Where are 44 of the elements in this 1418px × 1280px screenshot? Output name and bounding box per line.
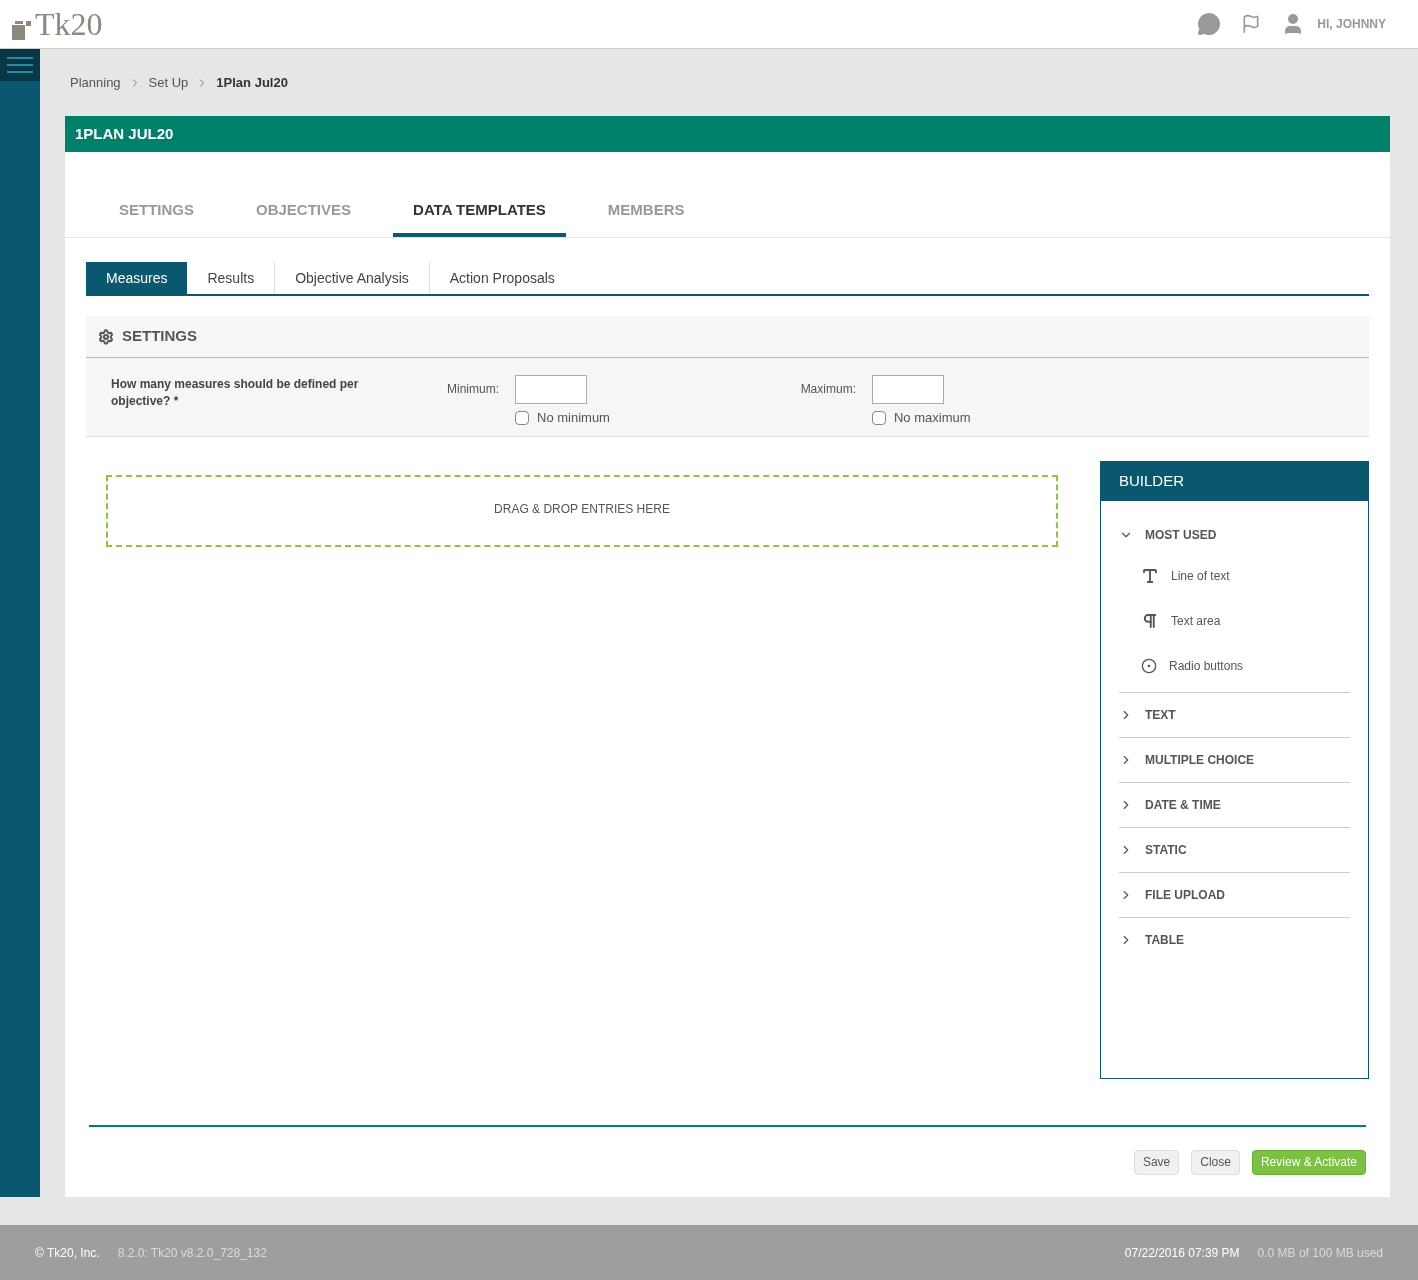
field-label: Maximum:: [799, 381, 856, 398]
sub-tab[interactable]: Action Proposals: [428, 262, 575, 294]
question-text: How many measures should be defined per objective? *: [111, 376, 360, 410]
action-button[interactable]: Save: [1133, 1149, 1180, 1175]
builder-category[interactable]: TEXT: [1119, 693, 1350, 737]
builder-category[interactable]: MULTIPLE CHOICE: [1119, 738, 1350, 782]
builder-item[interactable]: Radio buttons: [1119, 643, 1350, 688]
breadcrumb-link[interactable]: 1Plan Jul20: [216, 72, 288, 93]
pilcrow-icon: [1141, 611, 1159, 630]
action-button[interactable]: Close: [1191, 1149, 1240, 1175]
text-type-icon: [1141, 566, 1159, 585]
copyright-text: © Tk20, Inc.: [35, 1244, 100, 1262]
checkbox[interactable]: [871, 410, 886, 425]
version-text: 8.2.0: Tk20 v8.2.0_728_132: [117, 1244, 267, 1262]
checkbox[interactable]: [515, 410, 529, 425]
builder-category[interactable]: DATE & TIME: [1119, 783, 1350, 827]
minimum-field[interactable]: [515, 375, 587, 404]
builder-item[interactable]: Text area: [1119, 598, 1350, 643]
field-label: Minimum:: [446, 381, 499, 398]
maximum-field[interactable]: [871, 375, 944, 404]
sub-tab[interactable]: Objective Analysis: [274, 262, 429, 294]
radio-icon: [1141, 657, 1157, 674]
logo[interactable]: Tk20: [35, 8, 103, 40]
logo-icon: [12, 18, 32, 40]
drop-zone[interactable]: DRAG & DROP ENTRIES HERE: [106, 475, 1058, 547]
builder-category[interactable]: STATIC: [1119, 828, 1350, 872]
card-title: 1PLAN JUL20: [65, 116, 1390, 152]
sub-tab[interactable]: Measures: [86, 262, 188, 294]
tab[interactable]: DATA TEMPLATES: [393, 187, 566, 237]
flag-icon[interactable]: [1241, 14, 1262, 34]
timestamp-text: 07/22/2016 07:39 PM: [1124, 1244, 1240, 1262]
builder-category[interactable]: TABLE: [1119, 918, 1350, 962]
builder-category[interactable]: FILE UPLOAD: [1119, 873, 1350, 917]
storage-text: 0.0 MB of 100 MB used: [1257, 1244, 1383, 1262]
checkbox-label: No maximum: [893, 409, 971, 427]
checkbox-label: No minimum: [537, 409, 610, 427]
menu-button[interactable]: [0, 49, 40, 81]
settings-icon: [98, 328, 114, 345]
chat-icon[interactable]: [1197, 12, 1222, 36]
sub-tab[interactable]: Results: [187, 262, 275, 294]
section-title: SETTINGS: [122, 326, 197, 347]
breadcrumb-link[interactable]: Set Up: [148, 72, 189, 93]
builder-title: BUILDER: [1101, 462, 1368, 501]
breadcrumb-link[interactable]: Planning: [70, 72, 121, 93]
